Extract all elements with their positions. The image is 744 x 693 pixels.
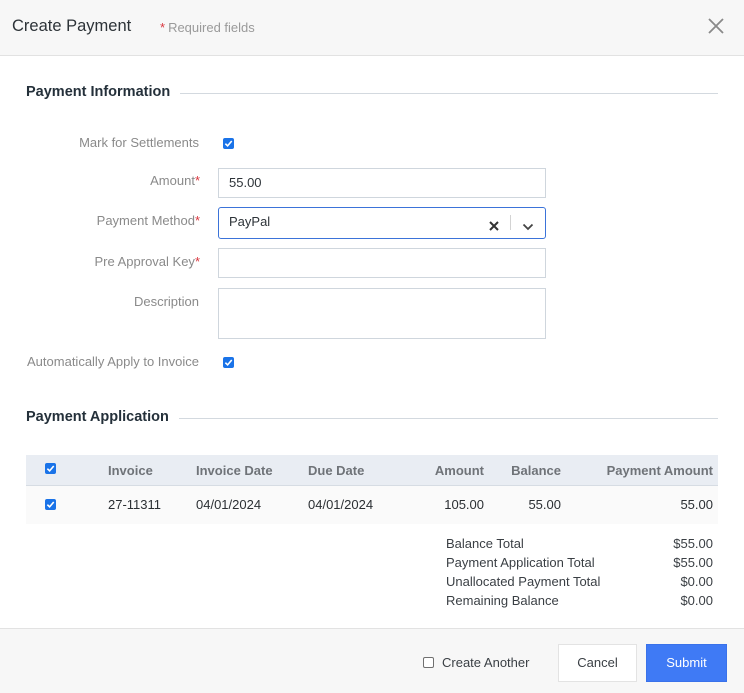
payment-method-label-text: Payment Method	[96, 213, 195, 228]
total-row-balance: Balance Total $55.00	[446, 535, 713, 554]
mark-for-settlements-checkbox[interactable]	[223, 138, 234, 149]
total-label: Payment Application Total	[446, 555, 595, 570]
description-textarea[interactable]	[218, 288, 546, 339]
total-label: Unallocated Payment Total	[446, 574, 601, 589]
section-title-payment-application: Payment Application	[26, 409, 179, 425]
total-row-unallocated: Unallocated Payment Total $0.00	[446, 573, 713, 592]
required-star: *	[194, 173, 200, 188]
select-separator	[510, 215, 511, 230]
total-row-payment-application: Payment Application Total $55.00	[446, 554, 713, 573]
create-another-label: Create Another	[442, 655, 530, 670]
payment-application-table: Invoice Invoice Date Due Date Amount Bal…	[26, 455, 718, 524]
payment-method-value: PayPal	[229, 214, 271, 229]
dialog-title: Create Payment	[12, 17, 132, 35]
column-header-payment-amount[interactable]: Payment Amount	[607, 463, 713, 478]
cell-balance: 55.00	[528, 497, 561, 512]
total-label: Balance Total	[446, 536, 524, 551]
dialog-header: Create Payment * Required fields	[0, 0, 744, 56]
checkmark-icon	[224, 359, 233, 367]
checkmark-icon	[46, 465, 55, 473]
required-star: *	[160, 20, 166, 35]
payment-method-select[interactable]: PayPal	[218, 207, 546, 239]
pre-approval-key-input[interactable]	[218, 248, 546, 278]
dialog-footer: Create Another Cancel Submit	[0, 628, 744, 693]
chevron-down-icon	[522, 223, 534, 231]
total-row-remaining-balance: Remaining Balance $0.00	[446, 592, 713, 611]
auto-apply-checkbox[interactable]	[223, 357, 234, 368]
create-another-checkbox[interactable]	[423, 657, 434, 668]
dropdown-toggle[interactable]	[521, 216, 535, 231]
close-icon	[708, 18, 724, 34]
column-header-invoice-date[interactable]: Invoice Date	[196, 463, 273, 478]
description-label: Description	[133, 294, 199, 309]
clear-icon	[489, 221, 499, 231]
cell-invoice-date: 04/01/2024	[196, 497, 262, 512]
amount-input[interactable]: 55.00	[218, 168, 546, 198]
required-star: *	[194, 254, 200, 269]
auto-apply-label: Automatically Apply to Invoice	[27, 354, 199, 369]
pre-approval-key-label-text: Pre Approval Key	[94, 254, 195, 269]
cell-invoice: 27-11311	[108, 497, 162, 512]
mark-for-settlements-label: Mark for Settlements	[79, 135, 199, 150]
clear-selection-button[interactable]	[487, 215, 501, 231]
cell-amount: 105.00	[444, 497, 484, 512]
column-header-due-date[interactable]: Due Date	[308, 463, 364, 478]
amount-label-text: Amount	[150, 173, 195, 188]
amount-label: Amount*	[150, 173, 200, 188]
required-fields-note: * Required fields	[160, 20, 255, 35]
total-value: $55.00	[673, 555, 713, 570]
checkmark-icon	[46, 501, 55, 509]
select-all-checkbox[interactable]	[45, 463, 56, 474]
total-value: $55.00	[673, 536, 713, 551]
totals-summary: Balance Total $55.00 Payment Application…	[446, 535, 713, 611]
required-star: *	[194, 213, 200, 228]
close-button[interactable]	[704, 14, 728, 38]
payment-method-label: Payment Method*	[97, 213, 200, 228]
row-checkbox[interactable]	[45, 499, 56, 510]
cancel-button[interactable]: Cancel	[558, 644, 637, 682]
checkmark-icon	[224, 140, 233, 148]
table-row: 27-11311 04/01/2024 04/01/2024 105.00 55…	[26, 486, 718, 524]
cell-payment-amount[interactable]: 55.00	[680, 497, 713, 512]
submit-button[interactable]: Submit	[646, 644, 727, 682]
total-value: $0.00	[680, 593, 713, 608]
section-title-payment-information: Payment Information	[26, 84, 181, 100]
total-value: $0.00	[680, 574, 713, 589]
pre-approval-key-label: Pre Approval Key*	[94, 254, 200, 269]
required-fields-text: Required fields	[168, 20, 255, 35]
column-header-invoice[interactable]: Invoice	[108, 463, 153, 478]
cell-due-date: 04/01/2024	[308, 497, 374, 512]
table-header: Invoice Invoice Date Due Date Amount Bal…	[26, 455, 718, 486]
column-header-amount[interactable]: Amount	[435, 463, 484, 478]
column-header-balance[interactable]: Balance	[511, 463, 561, 478]
total-label: Remaining Balance	[446, 593, 559, 608]
